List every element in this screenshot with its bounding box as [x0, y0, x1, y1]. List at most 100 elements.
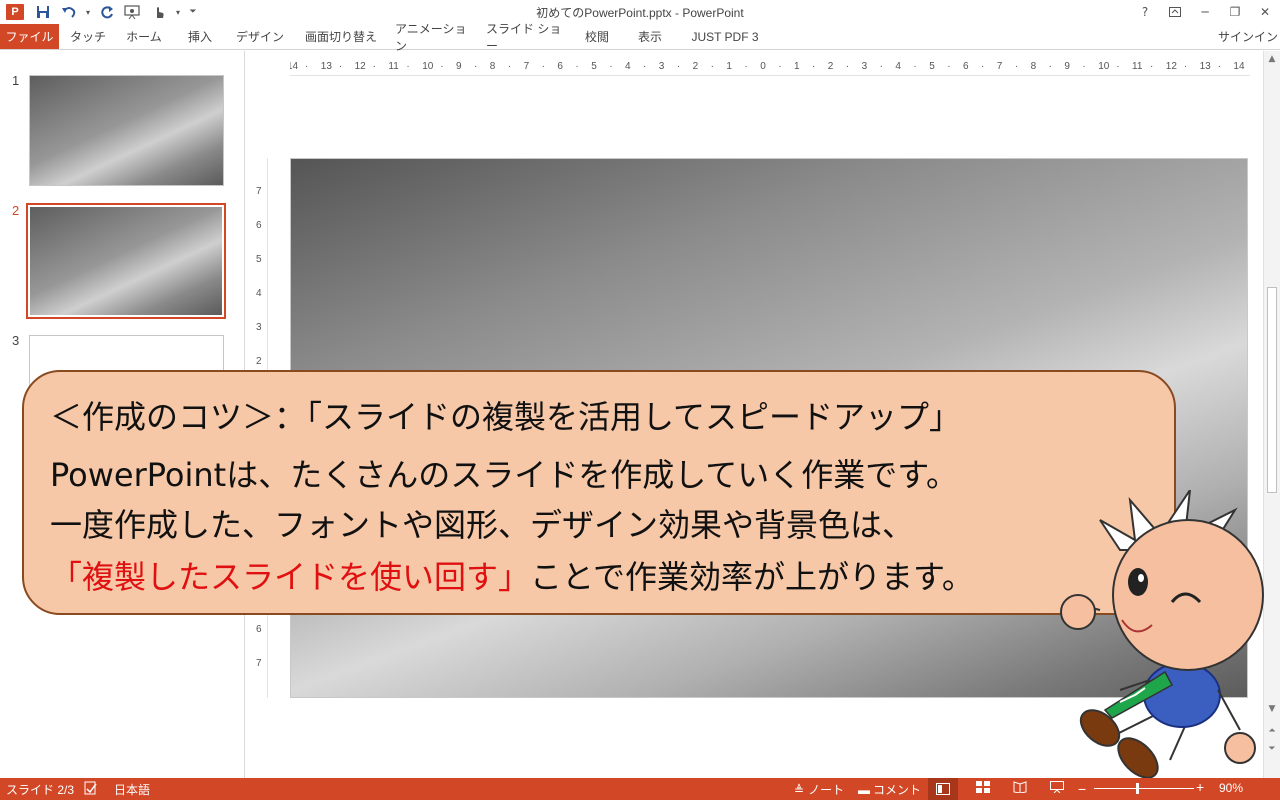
- zoom-slider-handle[interactable]: [1136, 783, 1139, 794]
- zoom-slider[interactable]: [1094, 788, 1194, 789]
- maximize-button[interactable]: ❐: [1220, 0, 1250, 24]
- undo-dropdown-icon[interactable]: ▾: [84, 1, 92, 23]
- ruler-tick: ·: [440, 61, 444, 72]
- ruler-tick: ·: [1082, 61, 1086, 72]
- close-button[interactable]: ✕: [1250, 0, 1280, 24]
- notes-button[interactable]: ≜ ノート: [794, 781, 844, 798]
- ruler-tick: ·: [879, 61, 883, 72]
- ruler-label: 14: [1233, 61, 1245, 72]
- ruler-label: 3: [256, 322, 262, 333]
- ruler-label: 2: [256, 356, 262, 367]
- ruler-label: 1: [794, 61, 800, 72]
- callout-line-4-rest: ことで作業効率が上がります。: [530, 558, 974, 596]
- tab-just-pdf[interactable]: JUST PDF 3: [684, 24, 766, 49]
- ruler-label: 11: [388, 61, 399, 72]
- ruler-label: 6: [963, 61, 969, 72]
- help-button[interactable]: ?: [1130, 0, 1160, 24]
- comments-button[interactable]: ▬ コメント: [858, 781, 921, 798]
- tab-slideshow[interactable]: スライド ショー: [486, 22, 562, 53]
- slide-counter[interactable]: スライド 2/3: [6, 781, 74, 798]
- ruler-label: 8: [489, 61, 496, 72]
- ruler-label: 6: [256, 220, 262, 231]
- ruler-tick: ·: [913, 61, 917, 72]
- normal-view-icon[interactable]: [928, 778, 958, 800]
- touch-mode-icon[interactable]: [148, 1, 170, 23]
- ruler-label: 7: [523, 61, 530, 72]
- status-bar: スライド 2/3 日本語 ≜ ノート ▬ コメント − + 90%: [0, 778, 1280, 800]
- ruler-label: 6: [557, 61, 563, 72]
- callout-line-4: 「複製したスライドを使い回す」ことで作業効率が上がります。: [50, 552, 974, 598]
- quick-access-toolbar: P ▾ ▾ ⏷: [0, 0, 204, 24]
- callout-line-1: ＜作成のコツ＞：「スライドの複製を活用してスピードアップ」: [50, 398, 962, 436]
- slideshow-view-icon[interactable]: [1050, 781, 1064, 793]
- window-controls: ? ─ ❐ ✕: [1130, 0, 1280, 24]
- ruler-tick: ·: [676, 61, 681, 72]
- ruler-label: 3: [861, 61, 868, 72]
- ruler-tick: ·: [609, 61, 613, 72]
- ruler-label: 7: [256, 658, 262, 669]
- ruler-label: 2: [692, 61, 699, 72]
- ruler-tick: ·: [474, 61, 478, 72]
- customize-qat-icon[interactable]: ⏷: [186, 1, 200, 23]
- tab-design[interactable]: デザイン: [234, 24, 286, 49]
- ruler-label: 6: [256, 624, 262, 635]
- presentation-icon[interactable]: [122, 1, 144, 23]
- redo-icon[interactable]: [96, 1, 118, 23]
- notes-label: ノート: [808, 783, 845, 797]
- mascot-character: [1060, 490, 1264, 779]
- ruler-tick: ·: [710, 61, 714, 72]
- ruler-label: 4: [895, 61, 901, 72]
- ruler-tick: ·: [575, 61, 579, 72]
- undo-icon[interactable]: [58, 1, 80, 23]
- ruler-label: 10: [422, 61, 434, 72]
- slide-thumbnail-2-selected[interactable]: [26, 203, 226, 319]
- save-icon[interactable]: [32, 1, 54, 23]
- zoom-level[interactable]: 90%: [1219, 781, 1243, 795]
- touch-dropdown-icon[interactable]: ▾: [174, 1, 182, 23]
- minimize-button[interactable]: ─: [1190, 0, 1220, 24]
- tab-insert[interactable]: 挿入: [183, 24, 217, 49]
- ruler-tick: ·: [305, 61, 309, 72]
- ruler-label: 5: [591, 61, 597, 72]
- ruler-tick: ·: [1183, 61, 1188, 72]
- language-indicator[interactable]: 日本語: [114, 781, 150, 798]
- comment-icon: ▬: [858, 782, 870, 797]
- ruler-label: 10: [1098, 61, 1110, 72]
- ruler-label: 14: [290, 61, 299, 72]
- slide-number-2: 2: [12, 203, 20, 218]
- zoom-out-button[interactable]: −: [1078, 781, 1086, 797]
- ruler-label: 13: [1199, 61, 1211, 72]
- tab-view[interactable]: 表示: [632, 24, 668, 49]
- ruler-tick: ·: [1014, 61, 1019, 72]
- zoom-in-button[interactable]: +: [1196, 779, 1204, 795]
- reading-view-icon[interactable]: [1013, 781, 1027, 793]
- ribbon-tabs: ファイル タッチ ホーム 挿入 デザイン 画面切り替え アニメーション スライド…: [0, 22, 1280, 53]
- signin-link[interactable]: サインイン: [1218, 28, 1278, 45]
- scroll-up-icon[interactable]: ▲: [1264, 51, 1280, 67]
- slide-thumbnail-1[interactable]: [29, 75, 224, 186]
- tab-animations[interactable]: アニメーション: [395, 22, 471, 53]
- powerpoint-window: P ▾ ▾ ⏷ 初めてのPowerPoint.pptx - PowerPoint…: [0, 0, 1280, 800]
- ruler-tick: ·: [778, 61, 782, 72]
- scrollbar-thumb[interactable]: [1267, 287, 1277, 493]
- tab-home[interactable]: ホーム: [122, 24, 166, 49]
- spellcheck-icon[interactable]: [84, 781, 98, 795]
- ruler-tick: ·: [541, 61, 545, 72]
- ruler-label: 8: [1030, 61, 1037, 72]
- ribbon-display-options-icon[interactable]: [1160, 0, 1190, 24]
- ruler-tick: ·: [1150, 61, 1154, 72]
- tab-transitions[interactable]: 画面切り替え: [303, 24, 379, 49]
- slide-sorter-icon[interactable]: [976, 781, 990, 793]
- powerpoint-logo-icon[interactable]: P: [6, 4, 24, 20]
- callout-line-3: 一度作成した、フォントや図形、デザイン効果や背景色は、: [50, 506, 915, 544]
- tab-touch[interactable]: タッチ: [68, 24, 108, 49]
- tab-file[interactable]: ファイル: [0, 24, 59, 49]
- ruler-tick: ·: [372, 61, 376, 72]
- title-bar: P ▾ ▾ ⏷ 初めてのPowerPoint.pptx - PowerPoint…: [0, 0, 1280, 24]
- ruler-label: 4: [625, 61, 631, 72]
- ruler-tick: ·: [744, 61, 748, 72]
- ruler-label: 0: [760, 61, 766, 72]
- ruler-tick: ·: [507, 61, 512, 72]
- tab-review[interactable]: 校閲: [578, 24, 616, 49]
- ruler-tick: ·: [1048, 61, 1052, 72]
